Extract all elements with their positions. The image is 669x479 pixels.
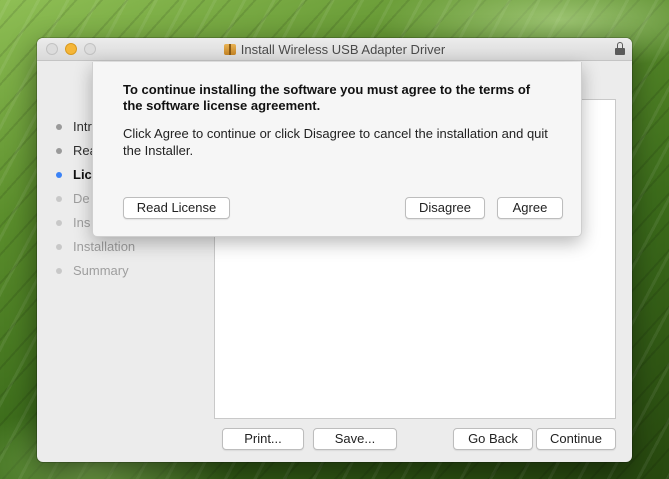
- step-label: Summary: [73, 263, 129, 278]
- print-button[interactable]: Print...: [222, 428, 304, 450]
- step-label: Intr: [73, 119, 92, 134]
- step-label: Lic: [73, 167, 92, 182]
- lock-icon[interactable]: [615, 42, 625, 55]
- step-dot: [56, 220, 62, 226]
- step-dot: [56, 124, 62, 130]
- save-button[interactable]: Save...: [313, 428, 397, 450]
- go-back-button[interactable]: Go Back: [453, 428, 533, 450]
- step-dot: [56, 196, 62, 202]
- step-dot: [56, 268, 62, 274]
- step-dot: [56, 148, 62, 154]
- step-label: Installation: [73, 239, 136, 254]
- package-icon: [223, 44, 236, 55]
- step-dot-current: [56, 172, 62, 178]
- window-title: Install Wireless USB Adapter Driver: [37, 42, 632, 57]
- sheet-heading: To continue installing the software you …: [123, 82, 531, 113]
- license-agreement-sheet: To continue installing the software you …: [92, 62, 582, 237]
- step-summary: Summary: [37, 259, 212, 283]
- step-dot: [56, 244, 62, 250]
- step-label: Ins: [73, 215, 91, 230]
- disagree-button[interactable]: Disagree: [405, 197, 485, 219]
- step-installation: Installation: [37, 235, 212, 259]
- agree-button[interactable]: Agree: [497, 197, 563, 219]
- step-label: De: [73, 191, 90, 206]
- read-license-button[interactable]: Read License: [123, 197, 230, 219]
- window-title-text: Install Wireless USB Adapter Driver: [240, 42, 446, 57]
- sheet-message: Click Agree to continue or click Disagre…: [123, 126, 548, 158]
- continue-button[interactable]: Continue: [536, 428, 616, 450]
- title-bar[interactable]: Install Wireless USB Adapter Driver: [37, 38, 632, 61]
